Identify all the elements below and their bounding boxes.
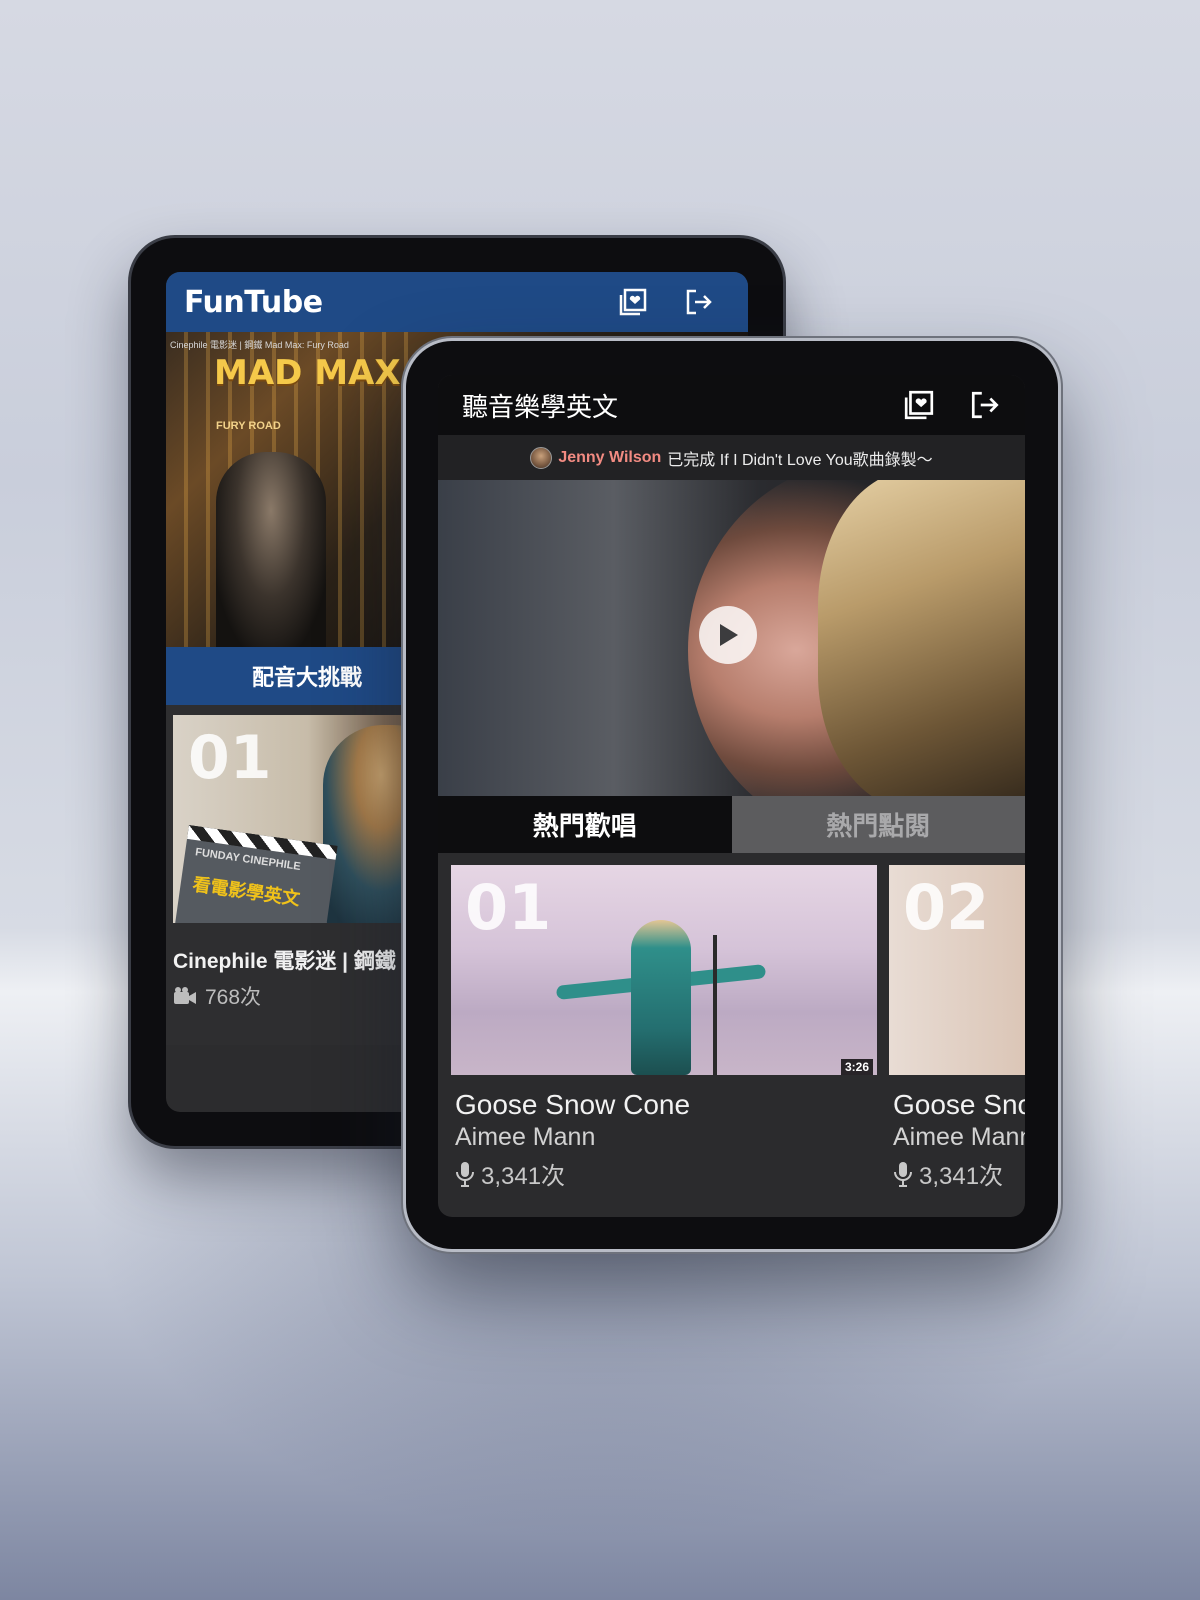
video-library-icon[interactable] xyxy=(618,287,648,317)
tab-label: 熱門點閱 xyxy=(826,811,931,841)
song-card[interactable]: 01 3:26 Goose Snow Cone Aimee Mann 3,341… xyxy=(451,865,877,1191)
notice-user: Jenny Wilson xyxy=(558,448,662,466)
song-tabs: 熱門歡唱 熱門點閱 xyxy=(438,796,1025,853)
song-thumbnail[interactable]: 02 xyxy=(889,865,1025,1075)
app-header: 聽音樂學英文 xyxy=(438,375,1025,435)
mic-stand xyxy=(713,935,717,1075)
tab-popular-sing[interactable]: 熱門歡唱 xyxy=(438,796,732,853)
count-text: 3,341次 xyxy=(919,1163,1004,1190)
clapperboard-icon: FUNDAY CINEPHILE 看電影學英文 xyxy=(174,825,338,923)
song-artist: Aimee Mann xyxy=(893,1123,1025,1151)
notice-message: 已完成 If I Didn't Love You歌曲錄製～ xyxy=(667,451,933,469)
movie-character xyxy=(216,452,326,647)
tab-label: 熱門歡唱 xyxy=(532,811,637,841)
song-thumbnail[interactable]: 01 3:26 xyxy=(451,865,877,1075)
card-rank: 01 xyxy=(188,723,272,793)
song-card[interactable]: 02 Goose Snow Cone Aimee Mann 3,341次 xyxy=(889,865,1025,1191)
song-sing-count: 3,341次 xyxy=(893,1156,1025,1191)
tab-popular-views[interactable]: 熱門點閱 xyxy=(731,796,1025,853)
song-title: Goose Snow Cone xyxy=(893,1089,1025,1120)
count-text: 3,341次 xyxy=(481,1163,566,1190)
funtube-logo: FunTube xyxy=(184,284,323,320)
song-title: Goose Snow Cone xyxy=(455,1089,691,1120)
microphone-icon xyxy=(455,1161,475,1187)
tab-label: 配音大挑戰 xyxy=(252,665,363,690)
music-video-player[interactable] xyxy=(438,480,1025,796)
play-icon xyxy=(716,622,740,648)
page-title: 聽音樂學英文 xyxy=(462,391,619,422)
song-list: 01 3:26 Goose Snow Cone Aimee Mann 3,341… xyxy=(438,853,1025,1191)
video-caption: Cinephile 電影迷 | 鋼鐵 Mad Max: Fury Road xyxy=(170,340,349,350)
logout-icon[interactable] xyxy=(969,389,1001,421)
video-hair xyxy=(818,480,1025,796)
poster-title: MAD MAX xyxy=(214,353,401,393)
song-artist: Aimee Mann xyxy=(455,1123,596,1151)
front-tablet: 聽音樂學英文 Jenny Wilson 已完成 If I Didn't Love… xyxy=(406,341,1058,1249)
play-button[interactable] xyxy=(699,606,757,664)
avatar xyxy=(530,446,553,469)
view-count-text: 768次 xyxy=(205,986,262,1009)
song-rank: 01 xyxy=(465,871,552,944)
poster-subtitle: FURY ROAD xyxy=(216,420,281,432)
activity-notice: Jenny Wilson 已完成 If I Didn't Love You歌曲錄… xyxy=(438,435,1025,480)
song-duration: 3:26 xyxy=(840,1059,873,1075)
logout-icon[interactable] xyxy=(684,287,714,317)
music-app-screen: 聽音樂學英文 Jenny Wilson 已完成 If I Didn't Love… xyxy=(438,375,1025,1217)
song-sing-count: 3,341次 xyxy=(455,1156,877,1191)
video-library-icon[interactable] xyxy=(903,389,935,421)
singer-figure xyxy=(631,920,691,1075)
video-camera-icon xyxy=(173,987,197,1005)
microphone-icon xyxy=(893,1161,913,1187)
song-rank: 02 xyxy=(903,871,990,944)
funtube-header: FunTube xyxy=(166,272,748,332)
